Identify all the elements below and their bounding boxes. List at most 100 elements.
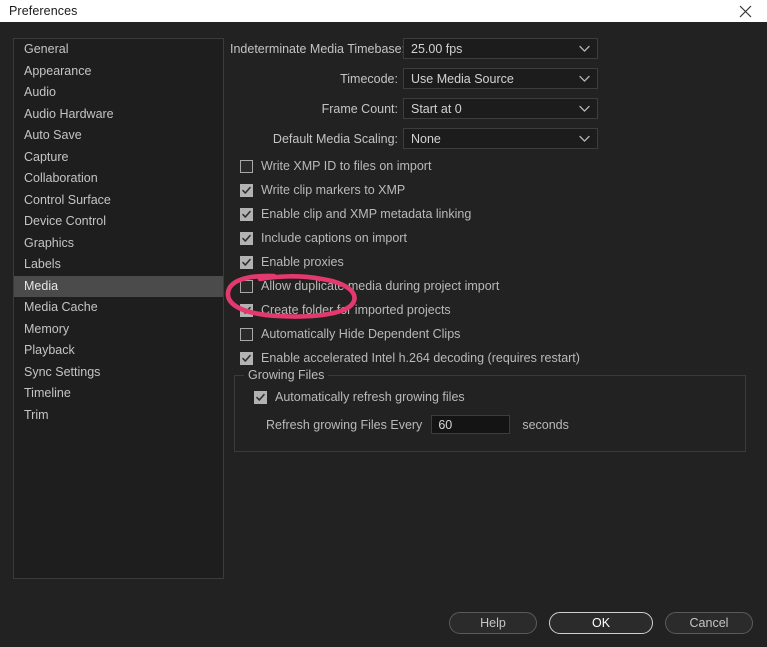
- help-button[interactable]: Help: [449, 612, 537, 634]
- checkbox-checked[interactable]: [240, 183, 253, 197]
- checkbox-label: Enable accelerated Intel h.264 decoding …: [261, 351, 580, 365]
- preferences-dialog: General Appearance Audio Audio Hardware Auto…: [0, 22, 767, 634]
- sidebar-item-capture[interactable]: Capture: [14, 147, 223, 169]
- dropdown-value: None: [411, 131, 441, 146]
- chevron-down-icon: [579, 75, 590, 82]
- sidebar-item-memory[interactable]: Memory: [14, 319, 223, 341]
- dropdown-row: Frame Count: Start at 0: [230, 98, 754, 119]
- checkbox-label: Include captions on import: [261, 231, 407, 245]
- checkbox-row[interactable]: Write XMP ID to files on import: [230, 158, 754, 174]
- sidebar-item-collaboration[interactable]: Collaboration: [14, 168, 223, 190]
- checkbox-row[interactable]: Write clip markers to XMP: [230, 182, 754, 198]
- sidebar-item-label: Media: [24, 278, 59, 293]
- checkbox-label: Allow duplicate media during project imp…: [261, 279, 500, 293]
- sidebar-item-label: Device Control: [24, 214, 106, 228]
- checkbox-checked[interactable]: [240, 231, 253, 245]
- refresh-interval-unit: seconds: [522, 417, 569, 432]
- chevron-down-icon: [579, 135, 590, 142]
- sidebar-item-label: Audio: [24, 85, 56, 99]
- dropdown-value: 25.00 fps: [411, 41, 463, 56]
- checkbox-row[interactable]: Allow duplicate media during project imp…: [230, 278, 754, 294]
- checkbox-label-auto-refresh: Automatically refresh growing files: [275, 390, 465, 404]
- checkbox-row[interactable]: Create folder for imported projects: [230, 302, 754, 318]
- checkbox-label: Enable clip and XMP metadata linking: [261, 207, 472, 221]
- dropdown-value: Use Media Source: [411, 71, 514, 86]
- sidebar-item-control-surface[interactable]: Control Surface: [14, 190, 223, 212]
- sidebar-item-appearance[interactable]: Appearance: [14, 61, 223, 83]
- cancel-button[interactable]: Cancel: [665, 612, 753, 634]
- preferences-category-list[interactable]: General Appearance Audio Audio Hardware Auto…: [13, 38, 224, 579]
- growing-files-title: Growing Files: [244, 368, 329, 382]
- sidebar-item-label: Sync Settings: [24, 364, 101, 379]
- sidebar-item-media-cache[interactable]: Media Cache: [14, 297, 223, 319]
- chevron-down-icon: [579, 45, 590, 52]
- checkbox-unchecked[interactable]: [240, 159, 253, 173]
- refresh-interval-label: Refresh growing Files Every: [266, 417, 423, 432]
- checkbox-row[interactable]: Automatically Hide Dependent Clips: [230, 326, 754, 342]
- checkbox-checked[interactable]: [240, 303, 253, 317]
- sidebar-item-general[interactable]: General: [14, 39, 223, 61]
- dropdown-list: Indeterminate Media Timebase: 25.00 fps Ti…: [230, 38, 754, 149]
- sidebar-item-label: Trim: [24, 407, 49, 422]
- dropdown-select[interactable]: None: [403, 128, 598, 149]
- chevron-down-icon: [579, 105, 590, 112]
- dropdown-select[interactable]: Use Media Source: [403, 68, 598, 89]
- checkbox-row[interactable]: Include captions on import: [230, 230, 754, 246]
- ok-button[interactable]: OK: [549, 612, 653, 634]
- sidebar-item-device-control[interactable]: Device Control: [14, 211, 223, 233]
- dropdown-label: Frame Count:: [321, 101, 398, 116]
- dropdown-label: Timecode:: [340, 71, 398, 86]
- sidebar-item-label: Appearance: [24, 63, 92, 78]
- growing-files-content: Automatically refresh growing files Refr…: [235, 376, 745, 434]
- checkbox-checked[interactable]: [240, 351, 253, 365]
- checkbox-label: Write clip markers to XMP: [261, 183, 406, 197]
- sidebar-item-label: Auto Save: [24, 128, 82, 142]
- checkbox-row[interactable]: Enable clip and XMP metadata linking: [230, 206, 754, 222]
- checkbox-row-auto-refresh[interactable]: Automatically refresh growing files: [244, 389, 745, 405]
- checkbox-row[interactable]: Enable proxies: [230, 254, 754, 270]
- sidebar-item-auto-save[interactable]: Auto Save: [14, 125, 223, 147]
- checkbox-checked[interactable]: [240, 207, 253, 221]
- dropdown-value: Start at 0: [411, 101, 462, 116]
- checkbox-list: Write XMP ID to files on import Write cli…: [230, 158, 754, 366]
- sidebar-item-audio[interactable]: Audio: [14, 82, 223, 104]
- sidebar-item-graphics[interactable]: Graphics: [14, 233, 223, 255]
- checkbox-auto-refresh[interactable]: [254, 390, 267, 404]
- sidebar-item-label: Collaboration: [24, 171, 98, 185]
- dropdown-select[interactable]: 25.00 fps: [403, 38, 598, 59]
- dropdown-select[interactable]: Start at 0: [403, 98, 598, 119]
- window-titlebar: Preferences: [0, 0, 767, 22]
- dropdown-row: Default Media Scaling: None: [230, 128, 754, 149]
- checkbox-label: Enable proxies: [261, 255, 344, 269]
- checkbox-label: Create folder for imported projects: [261, 303, 451, 317]
- checkbox-label: Write XMP ID to files on import: [261, 159, 432, 173]
- sidebar-item-label: Labels: [24, 257, 61, 271]
- dropdown-label: Default Media Scaling:: [272, 131, 398, 146]
- sidebar-item-playback[interactable]: Playback: [14, 340, 223, 362]
- sidebar-item-label: Graphics: [24, 235, 75, 250]
- dropdown-row: Timecode: Use Media Source: [230, 68, 754, 89]
- sidebar-item-label: Media Cache: [24, 300, 98, 314]
- window-title: Preferences: [9, 4, 78, 18]
- media-preferences-pane: Indeterminate Media Timebase: 25.00 fps Ti…: [230, 38, 754, 452]
- sidebar-item-sync-settings[interactable]: Sync Settings: [14, 362, 223, 384]
- sidebar-item-audio-hardware[interactable]: Audio Hardware: [14, 104, 223, 126]
- sidebar-item-label: Control Surface: [24, 192, 111, 207]
- sidebar-item-labels[interactable]: Labels: [14, 254, 223, 276]
- sidebar-item-label: General: [24, 42, 69, 56]
- sidebar-item-label: Audio Hardware: [24, 106, 114, 121]
- sidebar-item-media[interactable]: Media: [14, 275, 223, 297]
- sidebar-item-trim[interactable]: Trim: [14, 405, 223, 427]
- checkbox-unchecked[interactable]: [240, 279, 253, 293]
- checkbox-row[interactable]: Enable accelerated Intel h.264 decoding …: [230, 350, 754, 366]
- checkbox-unchecked[interactable]: [240, 327, 253, 341]
- sidebar-item-label: Memory: [24, 321, 70, 336]
- refresh-interval-input[interactable]: 60: [431, 415, 511, 434]
- checkbox-label: Automatically Hide Dependent Clips: [261, 327, 461, 341]
- close-icon[interactable]: [723, 0, 767, 22]
- sidebar-item-label: Capture: [24, 149, 69, 164]
- dropdown-row: Indeterminate Media Timebase: 25.00 fps: [230, 38, 754, 59]
- refresh-interval-row: Refresh growing Files Every 60 seconds: [266, 415, 745, 434]
- sidebar-item-timeline[interactable]: Timeline: [14, 383, 223, 405]
- checkbox-checked[interactable]: [240, 255, 253, 269]
